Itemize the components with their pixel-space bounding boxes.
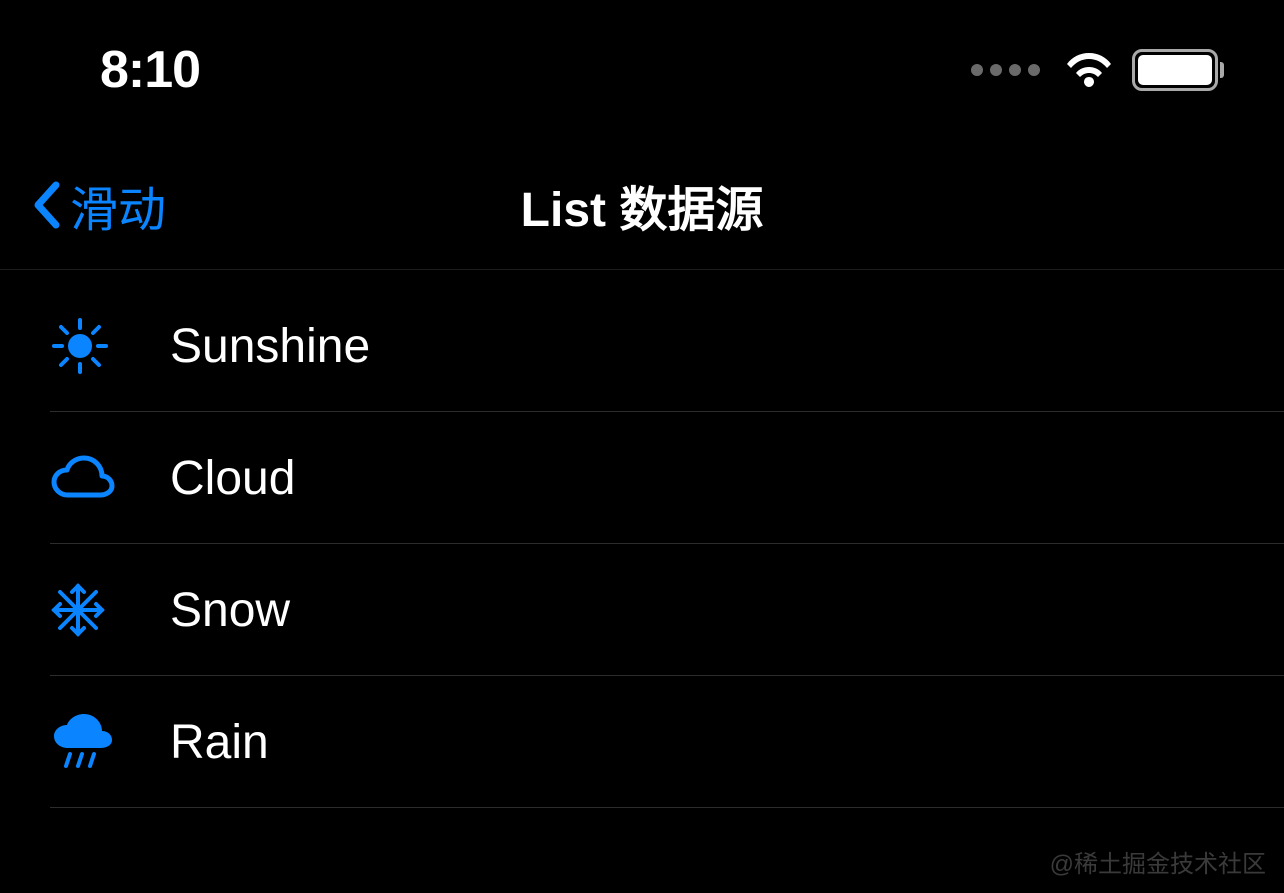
list-item-sunshine[interactable]: Sunshine xyxy=(0,280,1284,412)
rain-icon xyxy=(50,712,130,772)
wifi-icon xyxy=(1064,51,1114,89)
list-item-label: Snow xyxy=(170,583,290,638)
sun-icon xyxy=(50,316,130,376)
list-item-rain[interactable]: Rain xyxy=(0,676,1284,808)
cellular-signal-icon xyxy=(971,64,1040,76)
status-indicators xyxy=(971,49,1224,91)
status-time: 8:10 xyxy=(100,40,200,100)
page-title: List 数据源 xyxy=(521,170,764,240)
snowflake-icon xyxy=(50,582,130,638)
back-button[interactable]: 滑动 xyxy=(30,170,166,240)
chevron-left-icon xyxy=(30,181,62,229)
battery-icon xyxy=(1132,49,1224,91)
list-item-snow[interactable]: Snow xyxy=(0,544,1284,676)
list-item-cloud[interactable]: Cloud xyxy=(0,412,1284,544)
list-item-label: Rain xyxy=(170,715,269,770)
back-label: 滑动 xyxy=(70,170,166,240)
list-item-label: Sunshine xyxy=(170,319,370,374)
status-bar: 8:10 xyxy=(0,0,1284,140)
list-item-label: Cloud xyxy=(170,451,295,506)
navigation-bar: 滑动 List 数据源 xyxy=(0,140,1284,270)
cloud-icon xyxy=(50,453,130,503)
weather-list: Sunshine Cloud xyxy=(0,270,1284,808)
watermark: @稀土掘金技术社区 xyxy=(1050,844,1266,879)
